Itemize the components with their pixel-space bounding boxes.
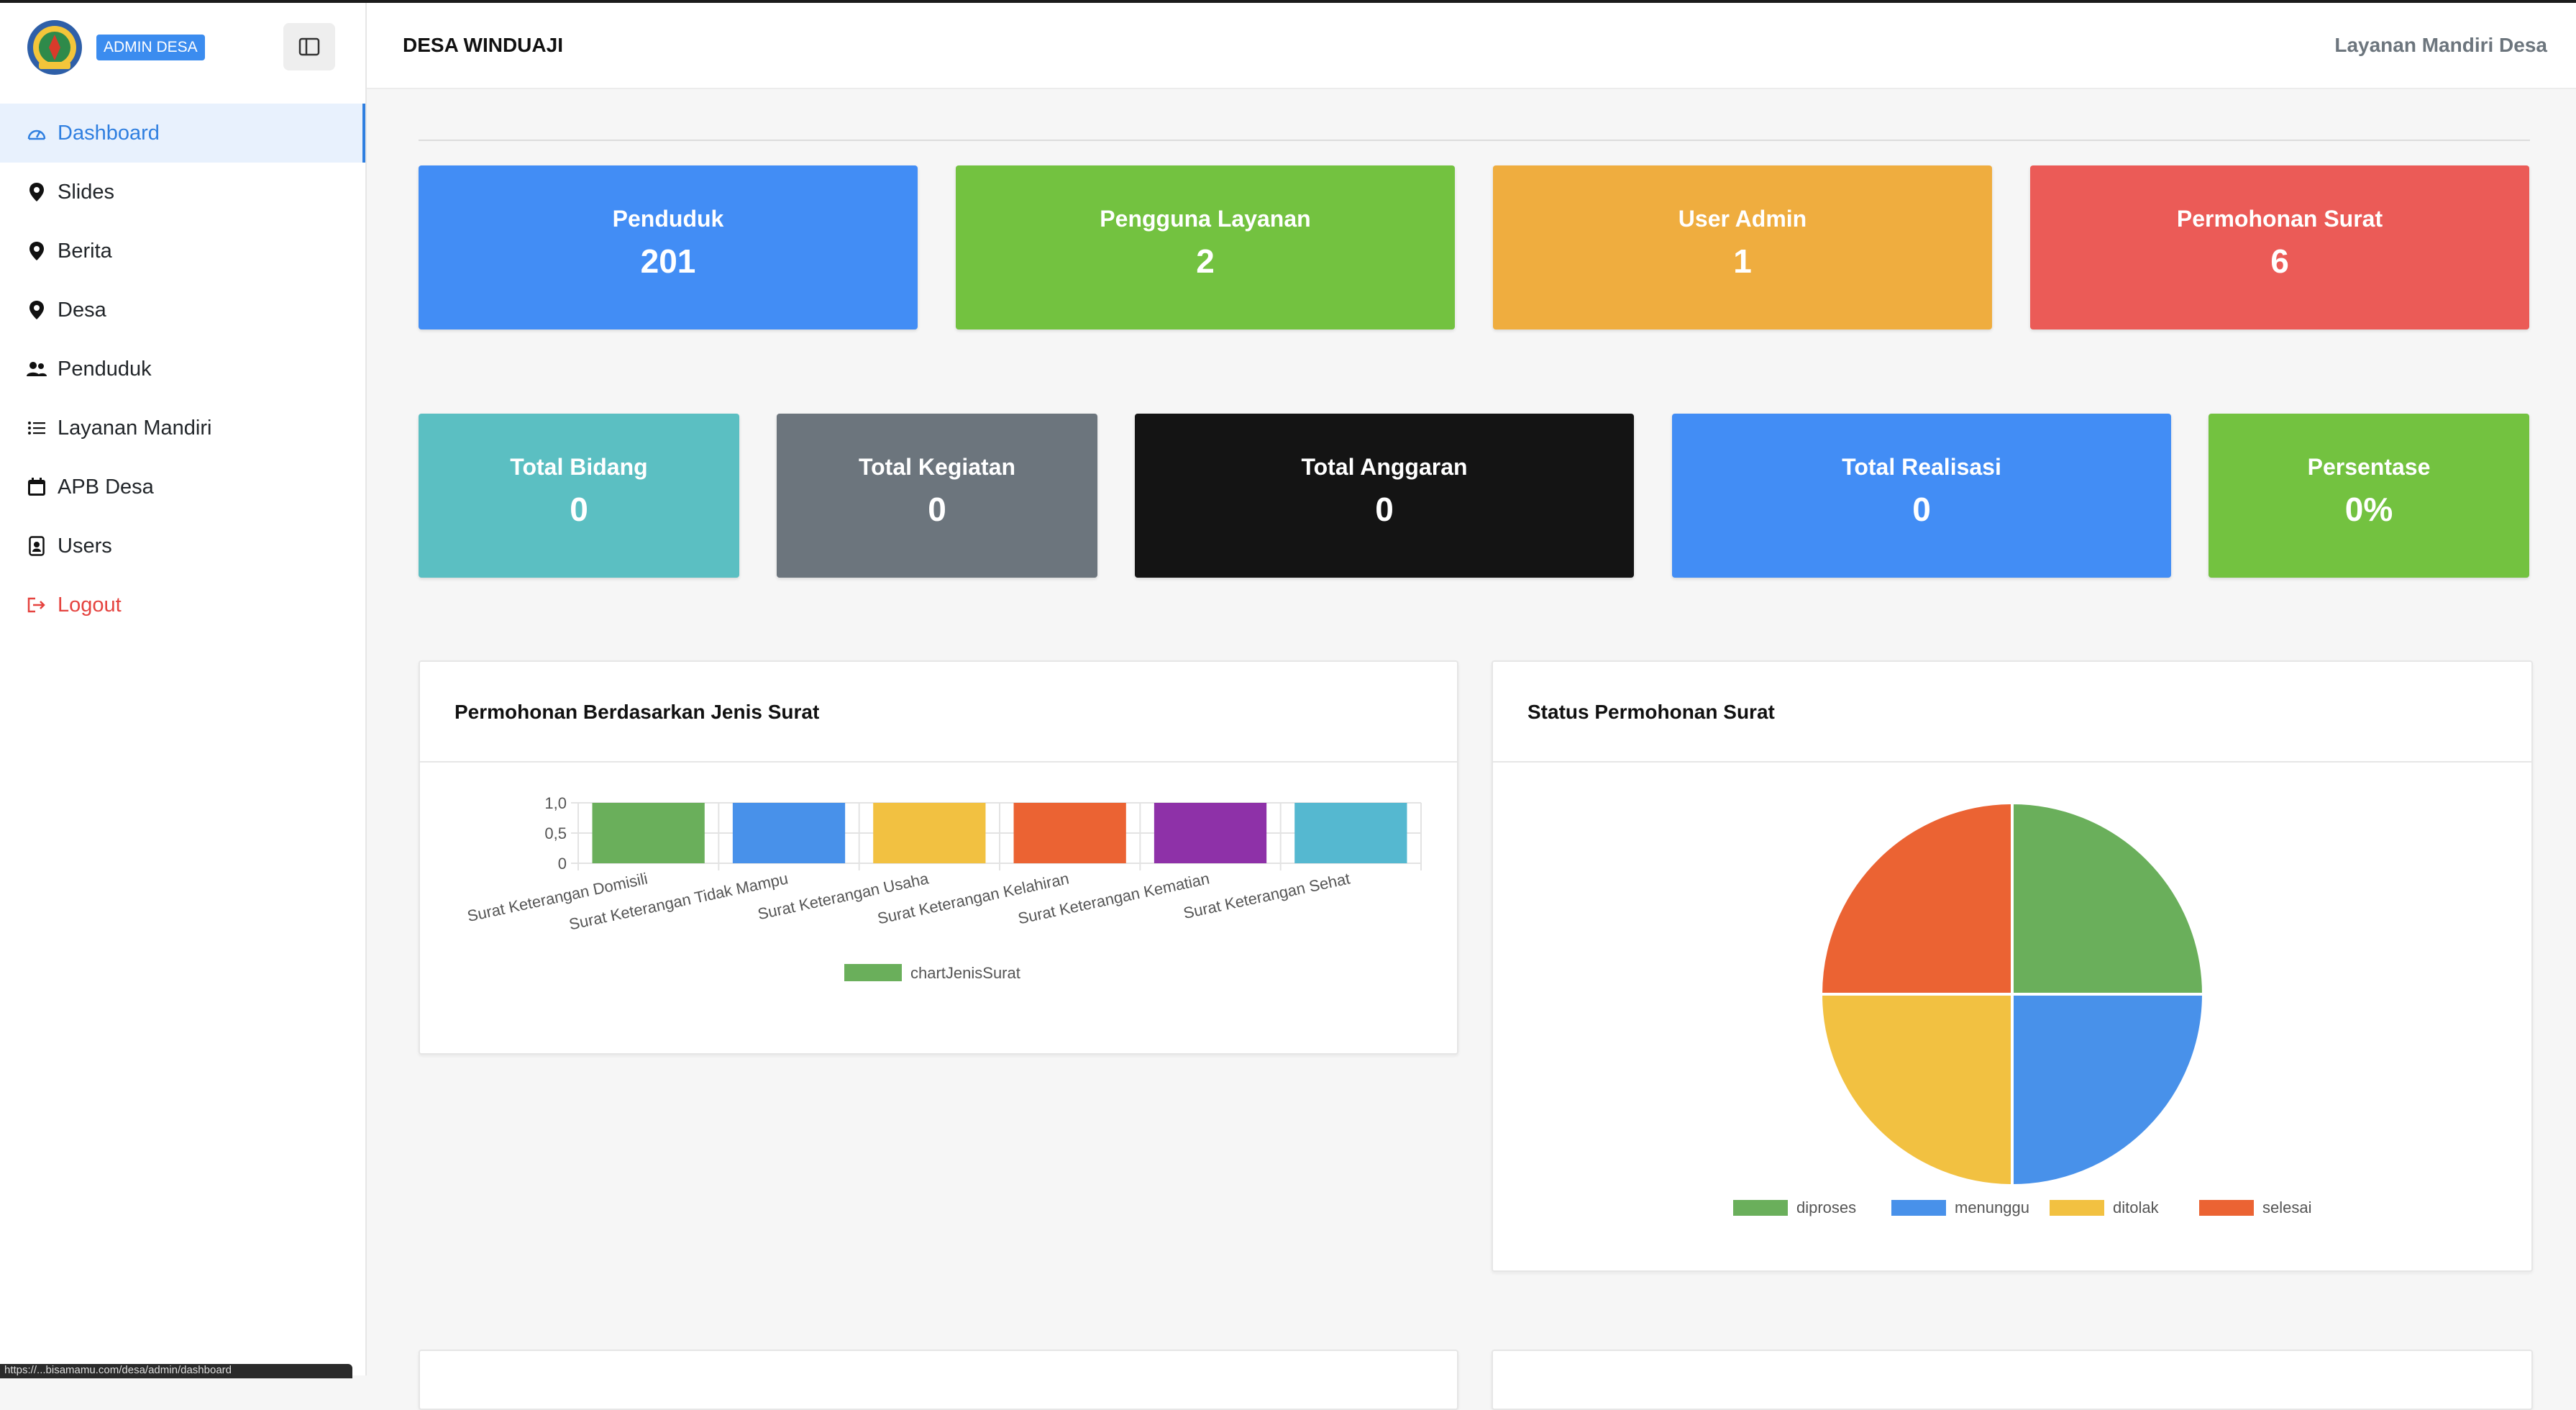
sidebar-item-label: Desa	[58, 298, 106, 322]
legend-swatch[interactable]	[2199, 1200, 2254, 1216]
sidebar-item-logout[interactable]: Logout	[0, 576, 365, 634]
sidebar-item-label: Slides	[58, 180, 114, 204]
village-emblem-logo	[27, 20, 82, 75]
legend-label[interactable]: chartJenisSurat	[910, 964, 1020, 982]
legend-swatch[interactable]	[844, 964, 902, 981]
bar[interactable]	[592, 803, 705, 863]
bottom-panel-right	[1492, 1350, 2533, 1410]
page-title: DESA WINDUAJI	[403, 34, 563, 56]
logout-icon	[26, 594, 47, 616]
legend-label[interactable]: ditolak	[2113, 1198, 2160, 1216]
people-icon	[26, 358, 47, 380]
legend-swatch[interactable]	[1891, 1200, 1946, 1216]
sidebar-toggle-icon	[298, 37, 320, 56]
stat-value: 0%	[2344, 491, 2393, 528]
bar[interactable]	[732, 803, 846, 863]
stat-card-total-bidang: Total Bidang 0	[419, 414, 739, 578]
stat-card-pengguna-layanan: Pengguna Layanan 2	[956, 165, 1455, 329]
sidebar-item-apb-desa[interactable]: APB Desa	[0, 458, 365, 517]
map-pin-icon	[26, 299, 47, 321]
stat-label: Persentase	[2307, 454, 2431, 480]
stat-card-persentase: Persentase 0%	[2209, 414, 2529, 578]
stat-label: Total Realisasi	[1842, 454, 2001, 480]
stat-card-total-kegiatan: Total Kegiatan 0	[777, 414, 1097, 578]
sidebar-item-label: APB Desa	[58, 475, 154, 499]
calendar-icon	[26, 476, 47, 498]
sidebar-item-label: Berita	[58, 239, 112, 263]
sidebar-item-label: Dashboard	[58, 121, 160, 145]
browser-status-url: https://...bisamamu.com/desa/admin/dashb…	[0, 1364, 352, 1378]
stat-value: 0	[570, 491, 588, 528]
stat-label: User Admin	[1678, 206, 1807, 232]
admin-badge: ADMIN DESA	[96, 35, 205, 60]
pie-slice[interactable]	[1819, 801, 2014, 996]
stat-label: Penduduk	[612, 206, 724, 232]
y-tick-label: 0	[558, 855, 567, 873]
bar[interactable]	[1013, 803, 1126, 863]
stat-card-user-admin: User Admin 1	[1493, 165, 1992, 329]
bar-chart-panel: Permohonan Berdasarkan Jenis Surat 1,0 0,…	[419, 660, 1458, 1055]
stat-value: 0	[1375, 491, 1394, 528]
stat-value: 2	[1196, 242, 1215, 280]
sidebar: ADMIN DESA Dashboard Slides Berita Desa …	[0, 3, 367, 1378]
stat-label: Total Kegiatan	[858, 454, 1016, 480]
sidebar-nav: Dashboard Slides Berita Desa Penduduk La…	[0, 104, 365, 634]
stat-value: 0	[928, 491, 946, 528]
pie-chart-panel: Status Permohonan Surat diproses menunggu…	[1492, 660, 2533, 1272]
stat-label: Pengguna Layanan	[1100, 206, 1311, 232]
brand[interactable]: ADMIN DESA	[26, 16, 205, 79]
legend-label[interactable]: menunggu	[1955, 1198, 2029, 1216]
sidebar-item-label: Layanan Mandiri	[58, 416, 212, 440]
dashboard-icon	[26, 122, 47, 144]
sidebar-item-label: Users	[58, 534, 112, 558]
sidebar-item-berita[interactable]: Berita	[0, 222, 365, 281]
pie-chart: diproses menunggu ditolak selesai	[1733, 801, 2311, 1216]
y-tick-label: 1,0	[544, 794, 567, 812]
sidebar-toggle-button[interactable]	[283, 23, 335, 70]
panel-title: Status Permohonan Surat	[1493, 662, 2531, 763]
y-tick-label: 0,5	[544, 824, 567, 842]
legend-label[interactable]: diproses	[1796, 1198, 1856, 1216]
list-icon	[26, 417, 47, 439]
top-header: DESA WINDUAJI Layanan Mandiri Desa	[367, 3, 2576, 89]
stat-value: 201	[640, 242, 696, 280]
stat-card-total-realisasi: Total Realisasi 0	[1672, 414, 2171, 578]
stat-card-penduduk: Penduduk 201	[419, 165, 918, 329]
stat-value: 6	[2270, 242, 2289, 280]
sidebar-item-penduduk[interactable]: Penduduk	[0, 340, 365, 399]
stat-label: Total Bidang	[510, 454, 648, 480]
stat-value: 1	[1733, 242, 1752, 280]
legend-label[interactable]: selesai	[2262, 1198, 2311, 1216]
sidebar-item-label: Logout	[58, 593, 122, 617]
pie-slice[interactable]	[2011, 801, 2206, 996]
sidebar-item-slides[interactable]: Slides	[0, 163, 365, 222]
stat-card-total-anggaran: Total Anggaran 0	[1135, 414, 1634, 578]
map-pin-icon	[26, 181, 47, 203]
sidebar-item-desa[interactable]: Desa	[0, 281, 365, 340]
stat-card-permohonan-surat: Permohonan Surat 6	[2030, 165, 2529, 329]
bar[interactable]	[1294, 803, 1407, 863]
bar[interactable]	[873, 803, 986, 863]
bar[interactable]	[1154, 803, 1267, 863]
bottom-panel-left	[419, 1350, 1458, 1410]
legend-swatch[interactable]	[1733, 1200, 1788, 1216]
stat-label: Total Anggaran	[1301, 454, 1468, 480]
pie-slice[interactable]	[2011, 993, 2206, 1188]
sidebar-item-dashboard[interactable]: Dashboard	[0, 104, 365, 163]
pie-slice[interactable]	[1819, 993, 2014, 1188]
sidebar-item-users[interactable]: Users	[0, 517, 365, 576]
stat-label: Permohonan Surat	[2176, 206, 2383, 232]
content-divider	[419, 140, 2530, 141]
map-pin-icon	[26, 240, 47, 262]
person-badge-icon	[26, 535, 47, 557]
legend-swatch[interactable]	[2050, 1200, 2104, 1216]
bar-chart: 1,00,50Surat Keterangan DomisiliSurat Ke…	[466, 794, 1422, 982]
window-top-border	[0, 0, 2576, 3]
sidebar-item-layanan-mandiri[interactable]: Layanan Mandiri	[0, 399, 365, 458]
stat-value: 0	[1912, 491, 1931, 528]
sidebar-item-label: Penduduk	[58, 357, 152, 381]
header-app-name[interactable]: Layanan Mandiri Desa	[2334, 3, 2547, 88]
panel-title: Permohonan Berdasarkan Jenis Surat	[420, 662, 1457, 763]
